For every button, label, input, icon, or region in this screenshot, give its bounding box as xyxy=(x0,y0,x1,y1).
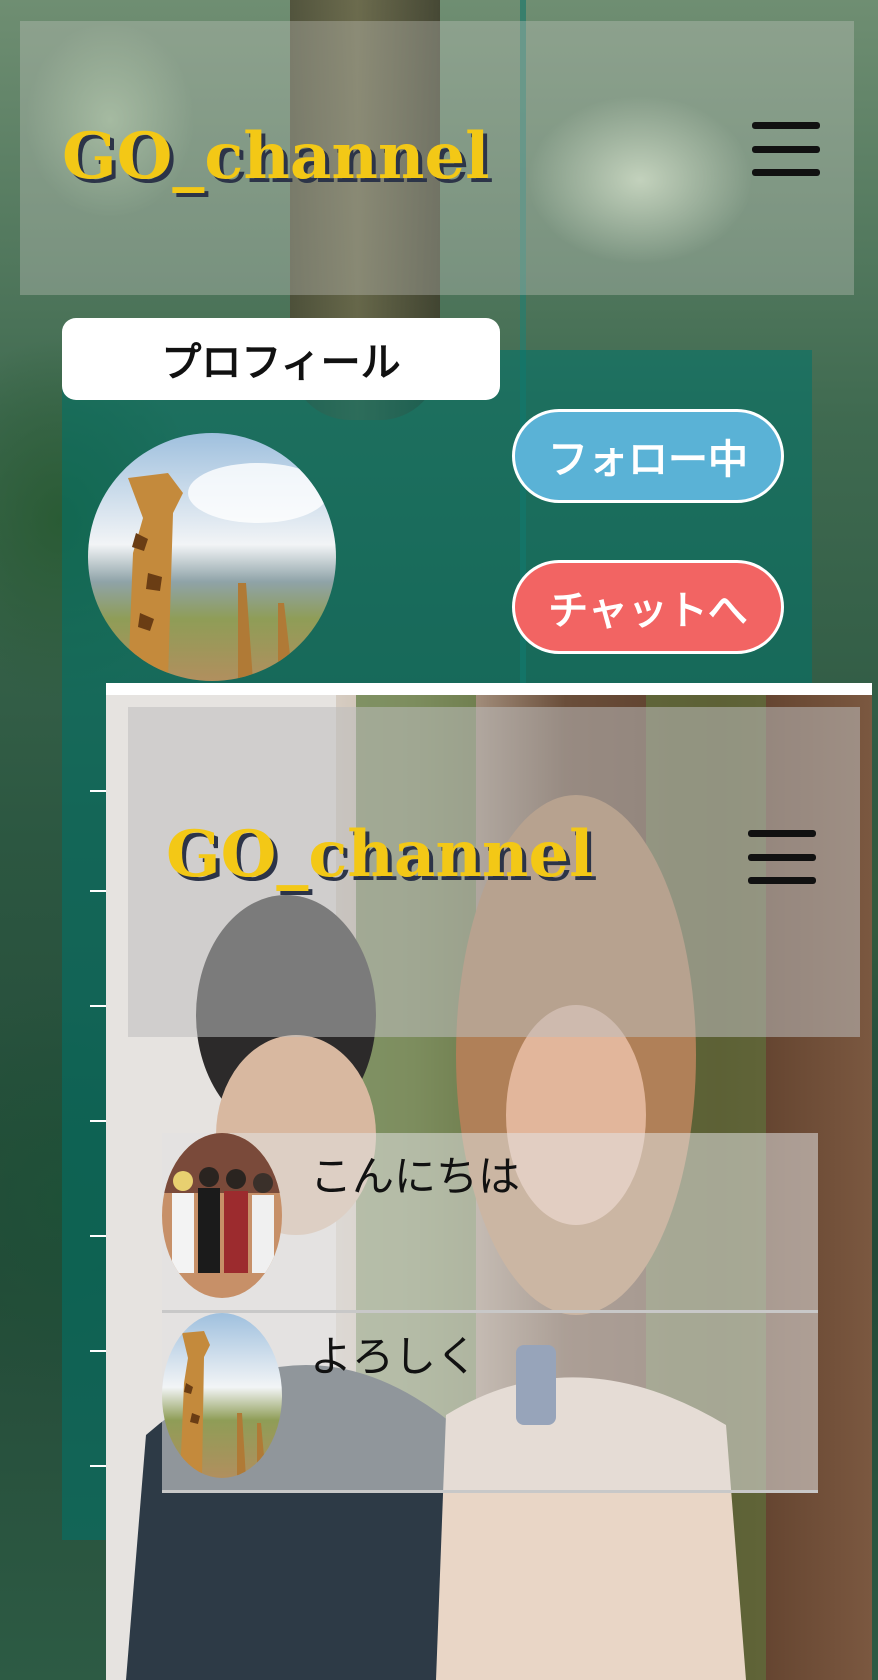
message-text: よろしく xyxy=(310,1332,479,1381)
profile-tab[interactable]: プロフィール xyxy=(62,318,500,400)
giraffe-avatar xyxy=(88,433,336,681)
app-header: GO_channel xyxy=(20,21,854,295)
band-photo-avatar xyxy=(162,1133,282,1298)
brand-logo[interactable]: GO_channel xyxy=(166,817,593,892)
brand-logo[interactable]: GO_channel xyxy=(62,119,489,194)
chat-header: GO_channel xyxy=(128,707,860,1037)
hamburger-icon[interactable] xyxy=(748,830,816,884)
message-item[interactable]: よろしく xyxy=(162,1313,818,1493)
giraffe-avatar xyxy=(162,1313,282,1478)
message-item[interactable]: こんにちは xyxy=(162,1133,818,1313)
chat-screen: GO_channel こんにちは よろしく xyxy=(106,683,872,1680)
follow-button[interactable]: フォロー中 xyxy=(512,409,784,503)
message-list: こんにちは よろしく xyxy=(162,1133,818,1493)
hamburger-icon[interactable] xyxy=(752,122,820,176)
message-text: こんにちは xyxy=(310,1152,521,1201)
chat-button[interactable]: チャットへ xyxy=(512,560,784,654)
